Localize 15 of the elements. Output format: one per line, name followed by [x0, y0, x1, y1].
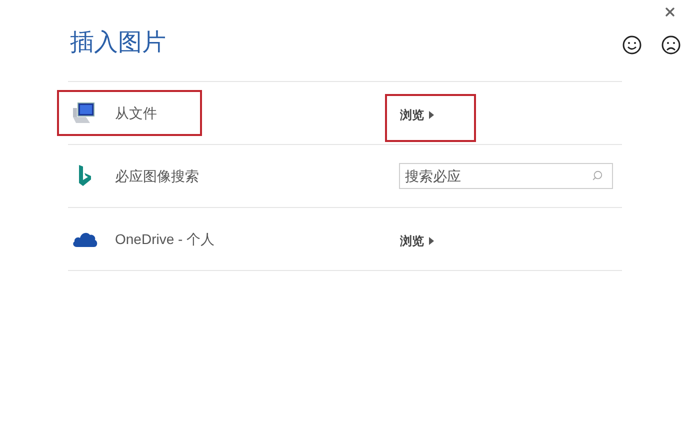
- source-label[interactable]: 从文件: [115, 102, 157, 124]
- browse-button[interactable]: 浏览: [400, 233, 434, 249]
- close-button[interactable]: [663, 5, 677, 19]
- frown-icon[interactable]: [661, 35, 681, 55]
- search-field[interactable]: 搜索必应: [399, 163, 613, 189]
- caret-icon: [429, 237, 434, 245]
- smiley-icon[interactable]: [622, 35, 642, 55]
- source-label[interactable]: 必应图像搜索: [115, 166, 199, 186]
- source-label[interactable]: OneDrive - 个人: [115, 228, 215, 250]
- browse-button[interactable]: 浏览: [400, 107, 434, 123]
- search-icon: [592, 170, 603, 181]
- cloud-icon: [72, 231, 98, 247]
- dialog-title: 插入图片: [70, 28, 166, 58]
- caret-icon: [429, 111, 434, 119]
- bing-logo-icon: [78, 165, 92, 187]
